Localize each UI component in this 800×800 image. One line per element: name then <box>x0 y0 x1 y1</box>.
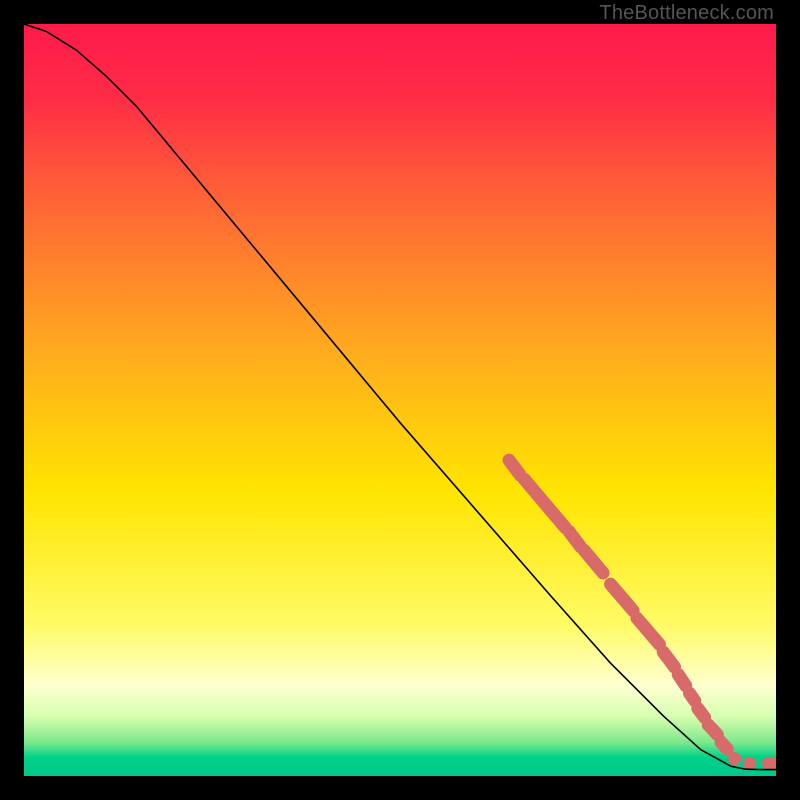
marker-segment <box>721 742 727 749</box>
marker-segment <box>663 652 674 667</box>
gradient-background <box>24 24 776 776</box>
marker-segment <box>678 674 686 685</box>
watermark-text: TheBottleneck.com <box>599 2 774 25</box>
chart-svg <box>24 24 776 776</box>
marker-segment <box>569 532 580 547</box>
marker-segment <box>698 708 705 717</box>
marker-dot <box>728 752 741 765</box>
marker-segment <box>509 460 520 475</box>
marker-segment <box>708 725 717 735</box>
marker-segment <box>690 693 695 701</box>
marker-dot <box>743 757 756 770</box>
chart-frame: TheBottleneck.com <box>0 0 800 800</box>
plot-area <box>24 24 776 776</box>
